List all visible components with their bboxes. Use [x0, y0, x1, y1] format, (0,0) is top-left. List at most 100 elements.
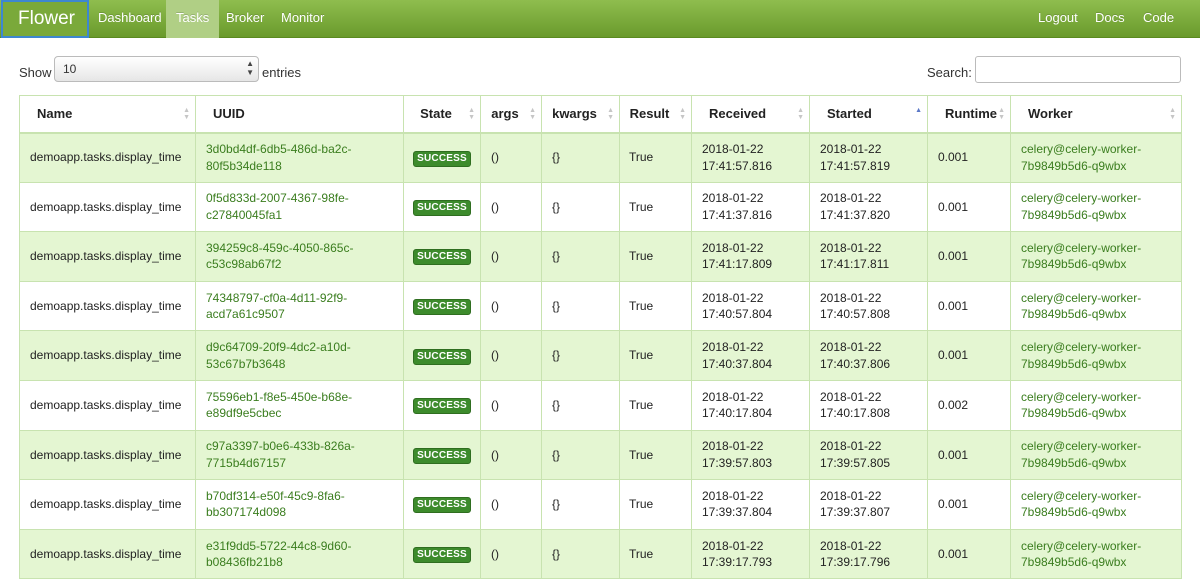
- task-kwargs-cell: {}: [541, 529, 620, 579]
- worker-link[interactable]: celery@celery-worker- 7b9849b5d6-q9wbx: [1021, 291, 1141, 322]
- column-header-started[interactable]: Started ▲: [809, 95, 928, 134]
- worker-link[interactable]: celery@celery-worker- 7b9849b5d6-q9wbx: [1021, 241, 1141, 272]
- column-header-args[interactable]: args ▲ ▼: [480, 95, 542, 134]
- worker-link[interactable]: celery@celery-worker- 7b9849b5d6-q9wbx: [1021, 439, 1141, 470]
- table-row[interactable]: demoapp.tasks.display_time 394259c8-459c-…: [19, 231, 1182, 282]
- task-state-cell: SUCCESS: [403, 529, 481, 579]
- column-header-kwargs[interactable]: kwargs ▲ ▼: [541, 95, 620, 134]
- task-uuid-cell: e31f9dd5-5722-44c8-9d60- b08436fb21b8: [195, 529, 404, 579]
- entries-select-value: 10: [63, 62, 77, 76]
- nav-dashboard[interactable]: Dashboard: [88, 0, 172, 38]
- task-name-cell: demoapp.tasks.display_time: [19, 330, 196, 381]
- column-header-label: Received: [709, 106, 767, 122]
- tasks-table: Name ▲ ▼ UUID State ▲ ▼ args ▲ ▼ kwargs ▲ ▼ Resu…: [19, 95, 1182, 579]
- task-name-cell: demoapp.tasks.display_time: [19, 281, 196, 332]
- search-input[interactable]: [975, 56, 1181, 83]
- task-received-cell: 2018-01-22 17:40:57.804: [691, 281, 810, 332]
- worker-link[interactable]: celery@celery-worker- 7b9849b5d6-q9wbx: [1021, 191, 1141, 222]
- table-row[interactable]: demoapp.tasks.display_time 74348797-cf0a-…: [19, 281, 1182, 332]
- task-uuid-link[interactable]: 75596eb1-f8e5-450e-b68e-e89df9e5cbec: [206, 390, 352, 421]
- task-received-cell: 2018-01-22 17:40:37.804: [691, 330, 810, 381]
- task-runtime-cell: 0.001: [927, 281, 1011, 332]
- sort-ascending-icon: ▲: [915, 107, 922, 114]
- nav-code[interactable]: Code: [1133, 0, 1184, 38]
- table-body: demoapp.tasks.display_time 3d0bd4df-6db5-…: [19, 132, 1182, 579]
- status-badge: SUCCESS: [413, 497, 471, 514]
- worker-link[interactable]: celery@celery-worker- 7b9849b5d6-q9wbx: [1021, 489, 1141, 520]
- sort-icon: ▲ ▼: [1169, 107, 1176, 121]
- task-result-cell: True: [619, 479, 692, 530]
- task-name-cell: demoapp.tasks.display_time: [19, 132, 196, 183]
- entries-select[interactable]: 10 ▲ ▼: [54, 56, 259, 82]
- column-header-label: kwargs: [552, 106, 597, 122]
- worker-link[interactable]: celery@celery-worker- 7b9849b5d6-q9wbx: [1021, 390, 1141, 421]
- status-badge: SUCCESS: [413, 150, 471, 167]
- column-header-runtime[interactable]: Runtime ▲ ▼: [927, 95, 1011, 134]
- sort-icon: ▲ ▼: [998, 107, 1005, 121]
- task-uuid-link[interactable]: 3d0bd4df-6db5-486d-ba2c- 80f5b34de118: [206, 142, 351, 173]
- task-uuid-cell: 0f5d833d-2007-4367-98fe-c27840045fa1: [195, 182, 404, 233]
- task-kwargs-cell: {}: [541, 380, 620, 431]
- task-started-cell: 2018-01-22 17:41:17.811: [809, 231, 928, 282]
- task-state-cell: SUCCESS: [403, 182, 481, 233]
- sort-icon: ▲ ▼: [797, 107, 804, 121]
- worker-link[interactable]: celery@celery-worker- 7b9849b5d6-q9wbx: [1021, 142, 1141, 173]
- task-uuid-cell: c97a3397-b0e6-433b-826a- 7715b4d67157: [195, 430, 404, 481]
- column-header-name[interactable]: Name ▲ ▼: [19, 95, 196, 134]
- column-header-state[interactable]: State ▲ ▼: [403, 95, 481, 134]
- task-result-cell: True: [619, 330, 692, 381]
- worker-link[interactable]: celery@celery-worker- 7b9849b5d6-q9wbx: [1021, 539, 1141, 570]
- column-header-result[interactable]: Result ▲ ▼: [619, 95, 692, 134]
- task-name-cell: demoapp.tasks.display_time: [19, 529, 196, 579]
- task-worker-cell: celery@celery-worker- 7b9849b5d6-q9wbx: [1010, 330, 1182, 381]
- task-worker-cell: celery@celery-worker- 7b9849b5d6-q9wbx: [1010, 380, 1182, 431]
- task-received-cell: 2018-01-22 17:39:37.804: [691, 479, 810, 530]
- column-header-received[interactable]: Received ▲ ▼: [691, 95, 810, 134]
- table-row[interactable]: demoapp.tasks.display_time 0f5d833d-2007-…: [19, 182, 1182, 233]
- task-uuid-link[interactable]: e31f9dd5-5722-44c8-9d60- b08436fb21b8: [206, 539, 351, 570]
- search-label: Search:: [927, 65, 972, 80]
- worker-link[interactable]: celery@celery-worker- 7b9849b5d6-q9wbx: [1021, 340, 1141, 371]
- task-state-cell: SUCCESS: [403, 281, 481, 332]
- task-received-cell: 2018-01-22 17:39:17.793: [691, 529, 810, 579]
- task-worker-cell: celery@celery-worker- 7b9849b5d6-q9wbx: [1010, 231, 1182, 282]
- table-row[interactable]: demoapp.tasks.display_time b70df314-e50f-…: [19, 479, 1182, 530]
- column-header-worker[interactable]: Worker ▲ ▼: [1010, 95, 1182, 134]
- status-badge: SUCCESS: [413, 447, 471, 464]
- task-received-cell: 2018-01-22 17:41:17.809: [691, 231, 810, 282]
- task-name-cell: demoapp.tasks.display_time: [19, 182, 196, 233]
- task-result-cell: True: [619, 281, 692, 332]
- column-header-uuid[interactable]: UUID: [195, 95, 404, 134]
- task-state-cell: SUCCESS: [403, 132, 481, 183]
- task-started-cell: 2018-01-22 17:41:37.820: [809, 182, 928, 233]
- task-started-cell: 2018-01-22 17:39:17.796: [809, 529, 928, 579]
- table-row[interactable]: demoapp.tasks.display_time e31f9dd5-5722-…: [19, 529, 1182, 579]
- task-uuid-link[interactable]: 394259c8-459c-4050-865c-c53c98ab67f2: [206, 241, 353, 272]
- task-started-cell: 2018-01-22 17:40:57.808: [809, 281, 928, 332]
- task-uuid-link[interactable]: b70df314-e50f-45c9-8fa6- bb307174d098: [206, 489, 345, 520]
- task-runtime-cell: 0.001: [927, 231, 1011, 282]
- nav-docs[interactable]: Docs: [1085, 0, 1135, 38]
- task-uuid-cell: 394259c8-459c-4050-865c-c53c98ab67f2: [195, 231, 404, 282]
- task-uuid-link[interactable]: 74348797-cf0a-4d11-92f9- acd7a61c9507: [206, 291, 347, 322]
- nav-tasks[interactable]: Tasks: [166, 0, 220, 38]
- status-badge: SUCCESS: [413, 398, 471, 415]
- nav-logout[interactable]: Logout: [1028, 0, 1088, 38]
- table-row[interactable]: demoapp.tasks.display_time d9c64709-20f9-…: [19, 330, 1182, 381]
- column-header-label: Result: [629, 106, 670, 122]
- select-arrows-icon: ▲ ▼: [246, 59, 254, 77]
- nav-monitor[interactable]: Monitor: [271, 0, 334, 38]
- table-row[interactable]: demoapp.tasks.display_time c97a3397-b0e6-…: [19, 430, 1182, 481]
- task-uuid-link[interactable]: c97a3397-b0e6-433b-826a- 7715b4d67157: [206, 439, 355, 470]
- table-row[interactable]: demoapp.tasks.display_time 75596eb1-f8e5-…: [19, 380, 1182, 431]
- table-row[interactable]: demoapp.tasks.display_time 3d0bd4df-6db5-…: [19, 132, 1182, 183]
- task-args-cell: (): [480, 231, 542, 282]
- task-uuid-link[interactable]: d9c64709-20f9-4dc2-a10d- 53c67b7b3648: [206, 340, 351, 371]
- task-uuid-link[interactable]: 0f5d833d-2007-4367-98fe-c27840045fa1: [206, 191, 349, 222]
- nav-broker[interactable]: Broker: [216, 0, 274, 38]
- task-args-cell: (): [480, 430, 542, 481]
- brand-logo[interactable]: Flower: [1, 0, 89, 38]
- task-result-cell: True: [619, 231, 692, 282]
- sort-icon: ▲ ▼: [679, 107, 686, 121]
- task-uuid-cell: 3d0bd4df-6db5-486d-ba2c- 80f5b34de118: [195, 132, 404, 183]
